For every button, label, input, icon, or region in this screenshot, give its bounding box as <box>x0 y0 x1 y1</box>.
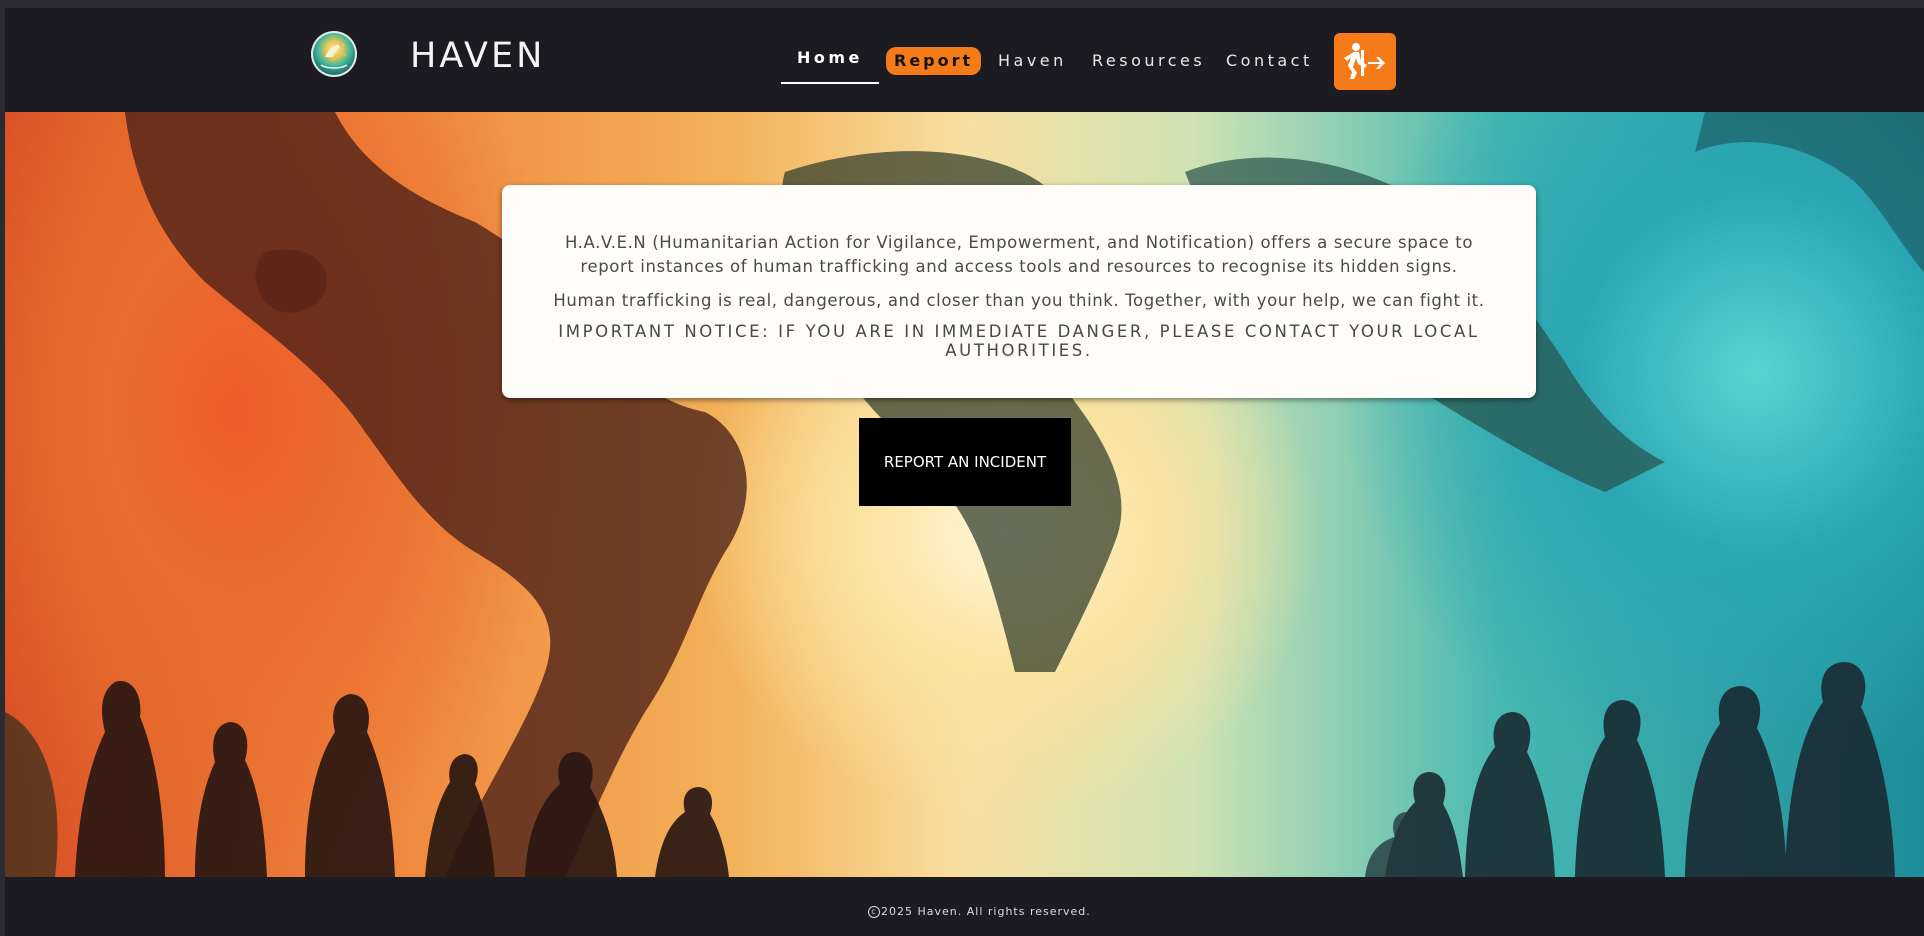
quick-exit-button[interactable] <box>1334 33 1396 90</box>
copyright-icon: c <box>868 906 880 918</box>
nav-contact[interactable]: Contact <box>1226 51 1313 79</box>
nav-resources[interactable]: Resources <box>1092 51 1205 79</box>
quick-exit-icon <box>1344 43 1385 79</box>
nav-home[interactable]: Home <box>781 44 879 84</box>
haven-logo-icon[interactable] <box>311 31 357 77</box>
nav-report[interactable]: Report <box>886 47 982 75</box>
important-notice: IMPORTANT NOTICE: IF YOU ARE IN IMMEDIAT… <box>558 322 1480 360</box>
report-incident-button[interactable]: REPORT AN INCIDENT <box>859 418 1071 506</box>
top-strip <box>0 0 1924 8</box>
nav-haven[interactable]: Haven <box>998 51 1067 79</box>
footer-copyright: c 2025 Haven. All rights reserved. <box>868 905 1091 918</box>
intro-text: H.A.V.E.N (Humanitarian Action for Vigil… <box>564 233 1474 276</box>
brand-title[interactable]: HAVEN <box>410 36 545 76</box>
intro-card: H.A.V.E.N (Humanitarian Action for Vigil… <box>502 185 1536 398</box>
copyright-text: 2025 Haven. All rights reserved. <box>881 905 1091 918</box>
statement-text: Human trafficking is real, dangerous, an… <box>553 291 1485 310</box>
